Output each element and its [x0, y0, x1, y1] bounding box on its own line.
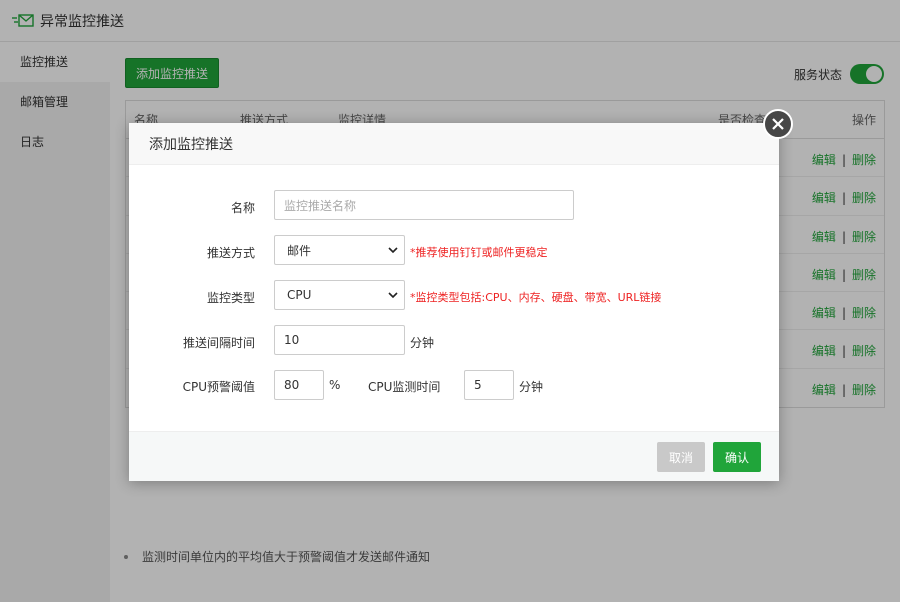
interval-unit: 分钟 — [410, 336, 435, 350]
monitor-type-label: 监控类型 — [206, 291, 255, 305]
monitor-type-value: CPU — [287, 288, 312, 302]
cpu-time-label: CPU监测时间 — [368, 380, 441, 394]
cpu-threshold-unit: % — [329, 378, 341, 392]
name-input[interactable]: 监控推送名称 — [274, 190, 574, 220]
cpu-time-unit: 分钟 — [519, 380, 544, 394]
dialog-title: 添加监控推送 — [149, 136, 233, 153]
cpu-threshold-label: CPU预警阈值 — [182, 380, 255, 394]
chevron-down-icon — [388, 247, 398, 254]
cpu-threshold-input[interactable]: 80 — [274, 370, 324, 400]
chevron-down-icon — [388, 292, 398, 299]
push-method-value: 邮件 — [287, 243, 312, 258]
push-method-tip: *推荐使用钉钉或邮件更稳定 — [410, 246, 548, 259]
interval-label: 推送间隔时间 — [182, 336, 255, 350]
close-icon[interactable] — [763, 109, 793, 139]
add-monitor-dialog: 添加监控推送 名称 监控推送名称 推送方式 邮件 *推荐使用钉钉或邮件更稳定 监… — [129, 109, 793, 481]
push-method-label: 推送方式 — [206, 246, 255, 260]
cpu-time-input[interactable]: 5 — [464, 370, 514, 400]
dialog-header: 添加监控推送 — [129, 123, 779, 165]
name-label: 名称 — [230, 201, 255, 215]
dialog-footer: 取消 确认 — [129, 431, 779, 481]
cancel-button[interactable]: 取消 — [657, 442, 705, 472]
push-method-select[interactable]: 邮件 — [274, 235, 405, 265]
confirm-button[interactable]: 确认 — [713, 442, 761, 472]
monitor-type-select[interactable]: CPU — [274, 280, 405, 310]
monitor-type-tip: *监控类型包括:CPU、内存、硬盘、带宽、URL链接 — [410, 291, 662, 304]
interval-input[interactable]: 10 — [274, 325, 405, 355]
